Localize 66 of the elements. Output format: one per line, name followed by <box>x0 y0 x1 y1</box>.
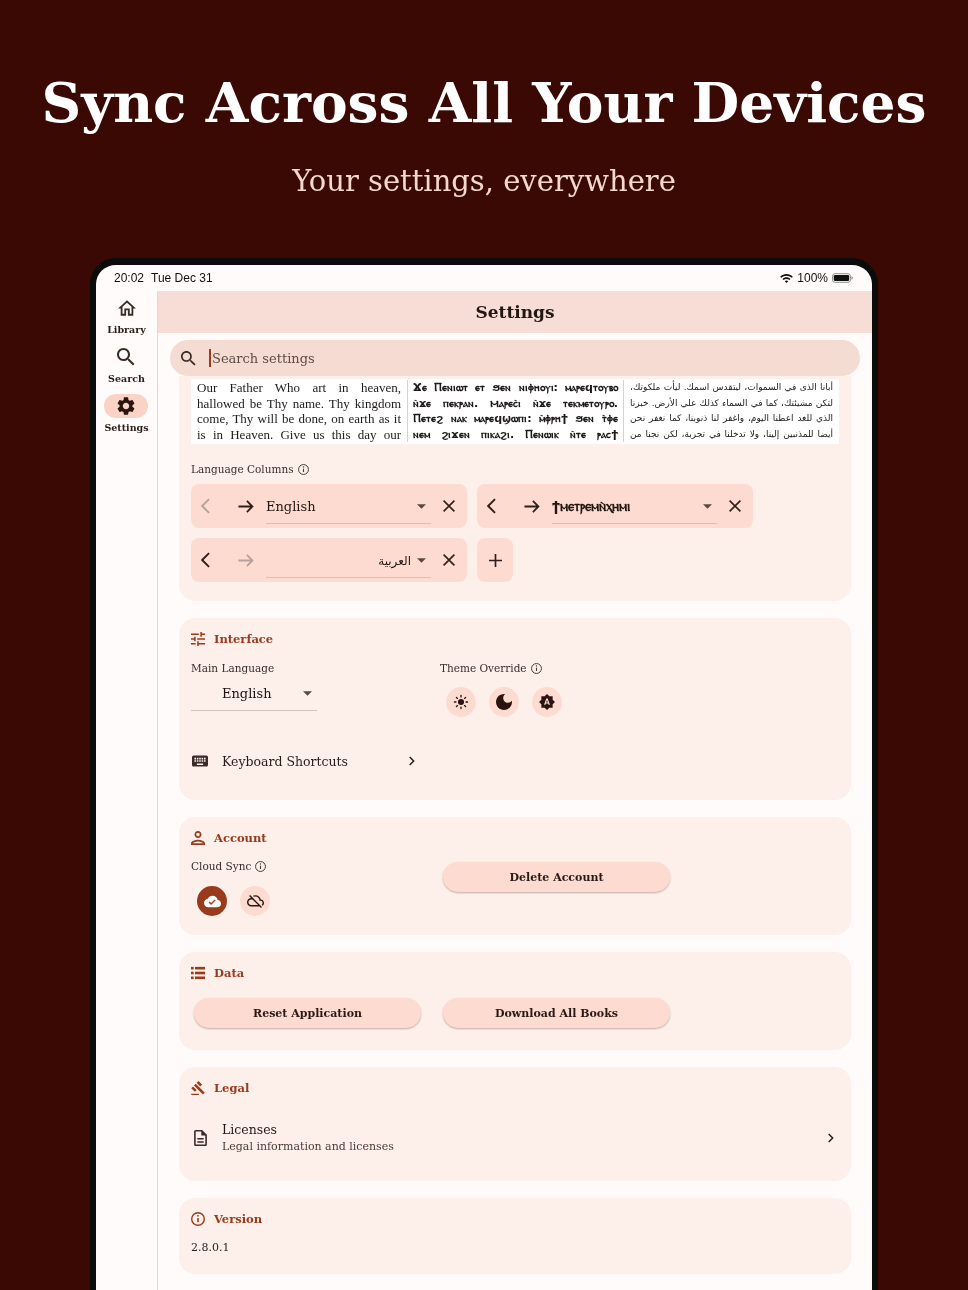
section-title: Version <box>214 1212 263 1226</box>
status-time: 20:02 <box>114 271 145 285</box>
close-icon[interactable] <box>443 554 455 566</box>
list-icon <box>191 966 205 980</box>
keyboard-shortcuts-row[interactable]: Keyboard Shortcuts <box>191 749 420 773</box>
action-button[interactable]: Reset Application <box>194 998 421 1028</box>
document-icon <box>194 1129 207 1146</box>
person-icon <box>191 831 205 845</box>
plus-icon <box>488 553 502 567</box>
gavel-icon <box>191 1081 205 1095</box>
sidebar-item[interactable]: Search <box>108 345 145 386</box>
sliders-icon <box>191 632 205 646</box>
info-icon[interactable] <box>530 662 542 674</box>
chevron-right-icon <box>409 756 415 766</box>
list-item[interactable]: Licenses Legal information and licenses <box>191 1119 839 1156</box>
field-label: Cloud Sync <box>191 859 252 874</box>
search-field[interactable]: Search settings <box>170 340 860 376</box>
chevron-left-icon[interactable] <box>201 552 210 568</box>
moon-icon[interactable] <box>489 687 519 717</box>
battery-percent: 100% <box>797 271 828 285</box>
caret-icon <box>703 504 712 509</box>
preview-text: أبانا الذى في السموات، ليتقدس اسمك. ليأت ملكوتك، لتكن مشيئتك، كما في السماء كذلك علي الأرض. خبزنا الذي للغد اعطنا اليوم، واغفر لنا ذنوبنا، كما نغفر نحن أيضا للمذنبين إلينا، ولا تدخلنا في تجربة، لكن نجنا من <box>623 380 839 442</box>
sun-icon[interactable] <box>446 687 476 717</box>
arrow-right-icon[interactable] <box>524 499 540 513</box>
language-dropdown[interactable]: English <box>191 676 317 711</box>
keyboard-icon <box>192 755 208 767</box>
delete-account-button[interactable]: Delete Account <box>443 862 670 892</box>
caret-icon <box>417 558 426 563</box>
battery-icon <box>832 273 853 283</box>
section-title: Account <box>214 831 267 845</box>
language-dropdown[interactable]: العربية <box>266 544 431 578</box>
preview-text: Ϫⲉ Ⲡⲉⲛⲓⲱⲧ ⲉⲧ ϧⲉⲛ ⲛⲓⲫⲏⲟⲩⲓ: ⲙⲁⲣⲉϥⲧⲟⲩⲃⲟ ⲛ̀ϫⲉ ⲡⲉⲕⲣⲁⲛ. Ⲙⲁⲣⲉⲥ̀ⲓ ⲛ̀ϫⲉ ⲧⲉⲕⲙⲉⲧⲟⲩⲣⲟ. Ⲡⲉⲧⲉϩ ⲛⲁⲕ ⲙⲁⲣⲉϥϣⲱⲡⲓ: ⲙ̀ⲫⲣⲏϯ ϧⲉⲛ ⲧ̀ⲫⲉ ⲛⲉⲙ ϩⲓϫⲉⲛ ⲡⲓⲕⲁϩⲓ. Ⲡⲉⲛⲱⲓⲕ ⲛ̀ⲧⲉ ⲣⲁⲥϯ <box>407 380 623 442</box>
section-title: Legal <box>214 1081 250 1095</box>
field-label: Language Columns <box>191 462 294 477</box>
sidebar-item[interactable]: Settings <box>104 394 149 435</box>
close-icon[interactable] <box>443 500 455 512</box>
chevron-right-icon <box>828 1132 834 1143</box>
search-icon <box>181 350 196 366</box>
preview-text: Our Father Who art in heaven, hallowed be Thy name. Thy kingdom come, Thy will be done, on earth as it is in Heaven. Give us this day our <box>196 380 402 442</box>
wifi-icon <box>780 273 794 283</box>
auto-brightness-icon[interactable] <box>532 687 562 717</box>
item-title: Licenses <box>222 1120 278 1139</box>
caret-icon <box>303 690 312 696</box>
page-title: Settings <box>475 302 555 322</box>
caret-icon <box>417 504 426 509</box>
section-title: Data <box>214 966 245 980</box>
info-icon[interactable] <box>297 463 309 475</box>
field-label: Theme Override <box>440 661 527 676</box>
language-dropdown[interactable]: English <box>266 490 431 524</box>
arrow-right-icon[interactable] <box>238 499 254 513</box>
sidebar-item[interactable]: Library <box>107 296 146 337</box>
subheadline: Your settings, everywhere <box>292 163 676 199</box>
cloud-check-icon[interactable] <box>197 886 227 916</box>
section-title: Interface <box>214 632 274 646</box>
chevron-left-icon[interactable] <box>487 498 496 514</box>
field-label: Main Language <box>191 661 275 676</box>
cloud-off-icon[interactable] <box>240 886 270 916</box>
version-number: 2.8.0.1 <box>191 1240 231 1256</box>
action-button[interactable]: Download All Books <box>443 998 670 1028</box>
language-dropdown[interactable]: ϯⲙⲉⲧⲣⲉⲙⲛ̀ⲭⲏⲙⲓ <box>552 490 717 524</box>
info-icon[interactable] <box>255 860 267 872</box>
item-subtitle: Legal information and licenses <box>222 1138 395 1155</box>
status-date: Tue Dec 31 <box>151 271 213 285</box>
close-icon[interactable] <box>729 500 741 512</box>
info-icon <box>191 1212 205 1226</box>
headline: Sync Across All Your Devices <box>41 70 927 136</box>
